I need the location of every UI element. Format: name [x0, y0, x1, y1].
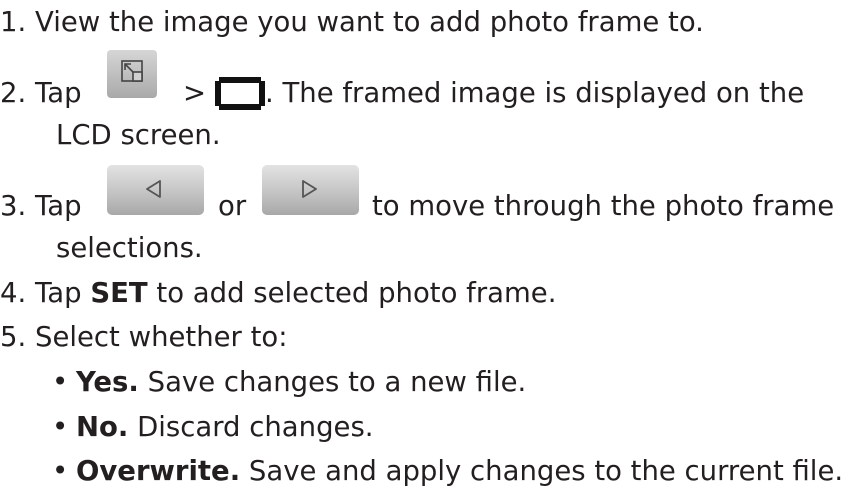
- step-1-text: View the image you want to add photo fra…: [35, 6, 704, 38]
- option-no-text: Discard changes.: [137, 411, 374, 443]
- step-3: 3. Tap: [0, 190, 82, 223]
- option-overwrite: • Overwrite. Save and apply changes to t…: [52, 455, 844, 488]
- instruction-document: 1. View the image you want to add photo …: [0, 0, 861, 497]
- step-2-number: 2.: [0, 77, 27, 109]
- edit-button-icon: [107, 50, 157, 98]
- step-3-after-text: to move through the photo frame: [372, 190, 835, 222]
- bullet: •: [52, 366, 69, 398]
- step-3-or: or: [218, 190, 247, 222]
- step-5-text: Select whether to:: [35, 321, 288, 353]
- step-3-number: 3.: [0, 190, 27, 222]
- next-arrow-icon: [302, 180, 317, 198]
- option-no: • No. Discard changes.: [52, 411, 374, 444]
- step-1: 1. View the image you want to add photo …: [0, 6, 704, 39]
- step-1-number: 1.: [0, 6, 27, 38]
- option-yes: • Yes. Save changes to a new file.: [52, 366, 527, 399]
- next-button-icon: [262, 165, 359, 215]
- bullet: •: [52, 455, 69, 487]
- step-2-after-text: . The framed image is displayed on the: [265, 77, 805, 109]
- step-2-separator: >: [183, 77, 207, 109]
- previous-button-icon: [107, 165, 204, 215]
- step-2-continuation: LCD screen.: [56, 119, 221, 151]
- option-yes-label: Yes.: [76, 366, 139, 398]
- step-2-tap-text: Tap: [35, 77, 82, 109]
- option-yes-text: Save changes to a new file.: [147, 366, 527, 398]
- bullet: •: [52, 411, 69, 443]
- step-5: 5. Select whether to:: [0, 321, 287, 354]
- step-4-number: 4.: [0, 277, 27, 309]
- step-4-tap-text: Tap: [35, 277, 82, 309]
- edit-icon: [121, 60, 143, 82]
- step-3-continuation: selections.: [56, 232, 203, 264]
- step-5-number: 5.: [0, 321, 27, 353]
- previous-arrow-icon: [146, 180, 161, 198]
- step-2: 2. Tap: [0, 77, 82, 110]
- step-4: 4. Tap SET to add selected photo frame.: [0, 277, 556, 310]
- photo-frame-button: [215, 77, 265, 118]
- option-overwrite-text: Save and apply changes to the current fi…: [248, 455, 844, 487]
- step-3-tap-text: Tap: [35, 190, 82, 222]
- set-label: SET: [90, 277, 148, 309]
- option-no-label: No.: [76, 411, 129, 443]
- photo-frame-icon: [215, 77, 265, 110]
- step-4-after-text: to add selected photo frame.: [156, 277, 557, 309]
- option-overwrite-label: Overwrite.: [76, 455, 241, 487]
